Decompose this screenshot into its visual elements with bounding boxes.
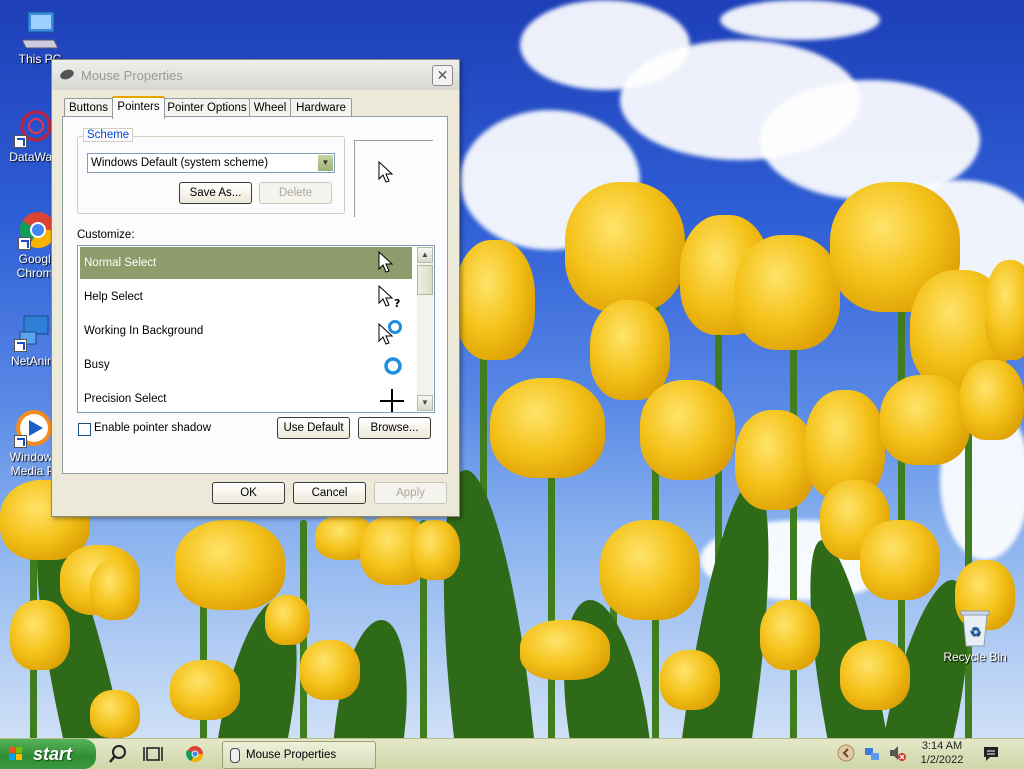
list-item-label: Precision Select [84,393,167,405]
netanim-icon [14,312,54,352]
apply-button[interactable]: Apply [374,482,447,504]
scheme-dropdown[interactable]: Windows Default (system scheme) ▼ [87,153,335,173]
tab-wheel[interactable]: Wheel [249,98,291,117]
customize-label: Customize: [77,229,135,241]
tab-label: Pointer Options [167,102,247,114]
scheme-dropdown-value: Windows Default (system scheme) [91,157,269,169]
scroll-down-button[interactable]: ▼ [417,395,433,411]
tab-pointers[interactable]: Pointers [112,96,165,119]
crosshair-cursor-icon [380,389,404,412]
list-item-normal-select[interactable]: Normal Select [80,247,412,279]
tab-label: Buttons [69,102,108,114]
mouse-icon [230,748,240,763]
svg-text:♻: ♻ [969,624,981,639]
desktop-icon-label: Recycle Bin [943,650,1007,664]
tab-pointer-options[interactable]: Pointer Options [164,98,250,117]
clock-time: 3:14 AM [921,740,963,752]
list-item-label: Busy [84,359,110,371]
pointer-list-scrollbar[interactable]: ▲ ▼ [417,247,433,411]
busy-cursor-icon [384,357,402,375]
tab-label: Pointers [117,101,160,113]
taskbar-item-mouse-properties[interactable]: Mouse Properties [222,741,376,769]
clock[interactable]: 3:14 AM 1/2/2022 [916,739,968,767]
computer-icon [20,10,60,50]
list-item-busy[interactable]: Busy [80,349,412,381]
system-tray: 3:14 AM 1/2/2022 [836,739,1024,769]
taskbar-item-label: Mouse Properties [246,749,337,761]
clock-date: 1/2/2022 [920,754,964,766]
title-bar[interactable]: Mouse Properties ✕ [52,60,459,90]
list-item-working-in-background[interactable]: Working In Background [80,315,412,347]
pointer-list[interactable]: Normal Select Help Select ? Working In B… [77,245,435,413]
volume-muted-icon[interactable] [888,744,906,762]
shortcut-arrow-icon [18,237,31,250]
svg-text:?: ? [394,297,400,310]
shortcut-arrow-icon [14,435,27,448]
notifications-icon[interactable] [982,745,1000,763]
tab-label: Wheel [253,102,287,114]
close-icon: ✕ [436,67,449,83]
pointer-preview [354,140,433,217]
arrow-cursor-icon [378,161,394,183]
delete-button[interactable]: Delete [259,182,332,204]
close-button[interactable]: ✕ [432,65,453,86]
start-label: start [33,744,73,764]
list-item-label: Normal Select [84,257,157,269]
use-default-button[interactable]: Use Default [277,417,350,439]
enable-pointer-shadow-checkbox[interactable] [78,423,91,436]
pointers-tab-panel: Scheme Windows Default (system scheme) ▼… [62,116,448,474]
help-cursor-icon: ? [378,285,400,310]
scrollbar-thumb[interactable] [417,265,433,295]
media-player-icon [14,408,54,448]
tab-label: Hardware [296,102,346,114]
browse-button[interactable]: Browse... [358,417,431,439]
chevron-left-icon[interactable] [837,744,855,762]
recycle-bin-icon: ♻ [955,608,995,648]
desktop-icon-recycle-bin[interactable]: ♻ Recycle Bin [937,608,1013,664]
shortcut-arrow-icon [14,135,27,148]
mouse-icon [58,67,76,82]
mouse-properties-dialog: Mouse Properties ✕ Buttons Pointers Poin… [51,59,460,517]
enable-pointer-shadow-label: Enable pointer shadow [94,422,211,434]
network-icon[interactable] [863,744,881,762]
taskbar: start Mouse Properties 3:14 AM 1/2/2022 [0,738,1024,769]
cancel-button[interactable]: Cancel [293,482,366,504]
scroll-up-button[interactable]: ▲ [417,247,433,263]
list-item-label: Working In Background [84,325,204,337]
chevron-down-icon[interactable]: ▼ [318,155,333,171]
tab-buttons[interactable]: Buttons [64,98,113,117]
scheme-group-label: Scheme [83,128,134,142]
ok-button[interactable]: OK [212,482,285,504]
windows-logo-icon [9,747,22,760]
task-view-icon[interactable] [142,743,164,765]
chrome-icon[interactable] [184,743,206,765]
desktop-icon-this-pc[interactable]: This PC [2,10,78,66]
window-title: Mouse Properties [81,68,183,83]
working-cursor-icon [378,320,402,345]
list-item-precision-select[interactable]: Precision Select [80,383,412,412]
list-item-help-select[interactable]: Help Select ? [80,281,412,313]
tab-hardware[interactable]: Hardware [290,98,352,117]
search-icon[interactable] [107,743,129,765]
shortcut-arrow-icon [14,339,27,352]
arrow-cursor-icon [378,251,394,273]
datawag-icon [14,108,54,148]
list-item-label: Help Select [84,291,143,303]
save-as-button[interactable]: Save As... [179,182,252,204]
start-button[interactable]: start [0,739,96,769]
